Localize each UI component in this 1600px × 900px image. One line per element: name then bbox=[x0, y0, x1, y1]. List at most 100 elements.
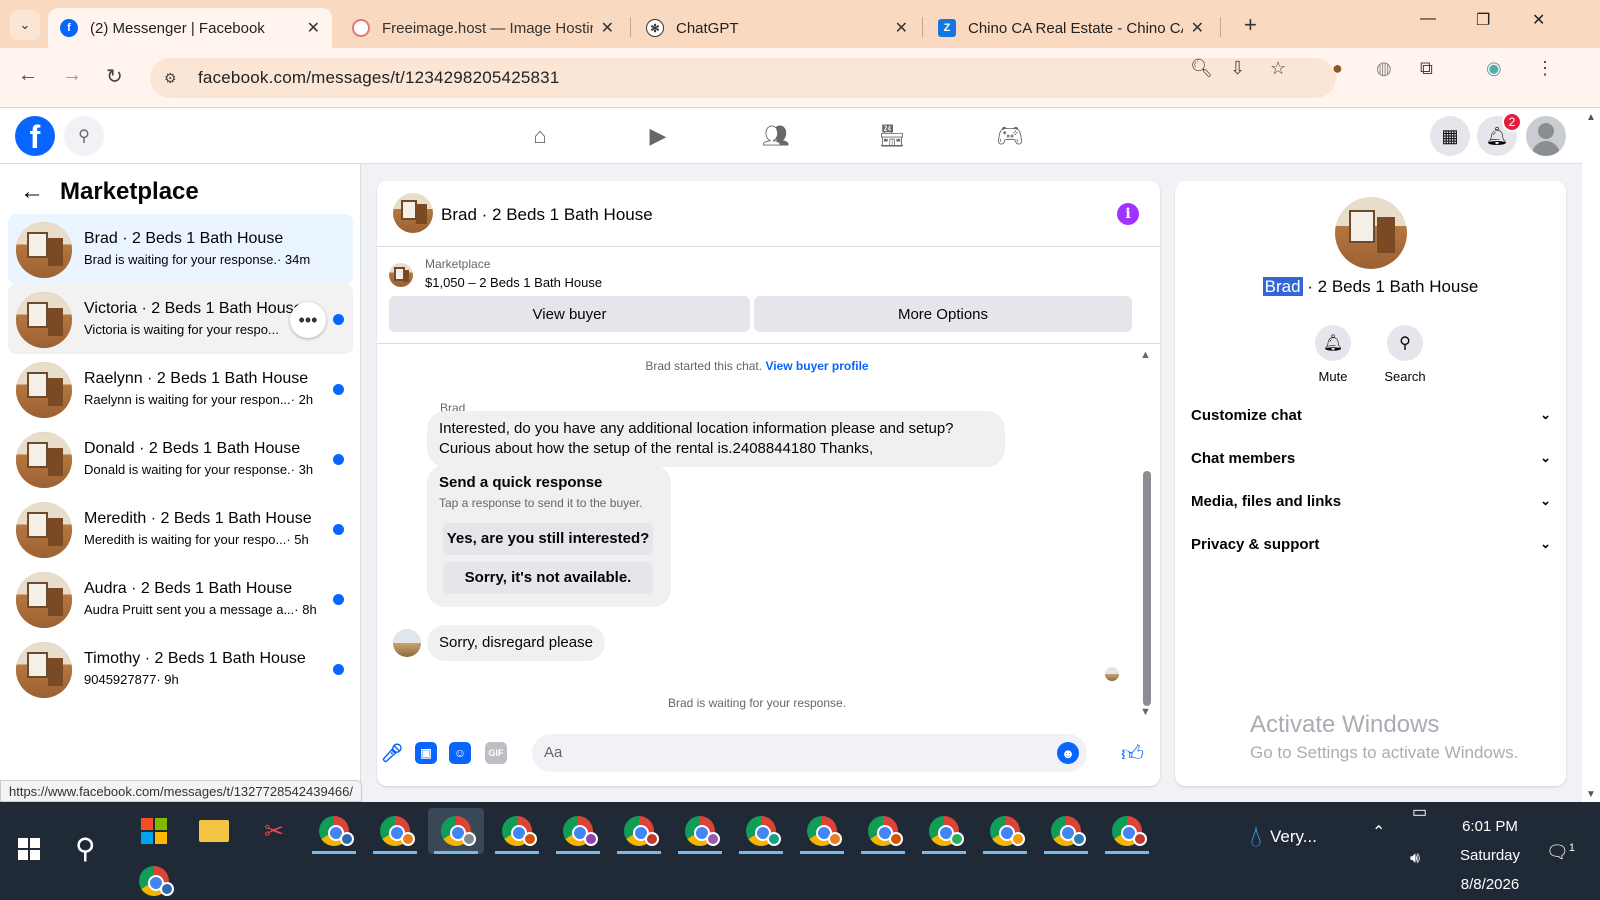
chat-title[interactable]: Brad · 2 Beds 1 Bath House bbox=[441, 205, 653, 225]
thumbs-up-icon[interactable]: 👍︎ bbox=[1121, 740, 1144, 767]
photo-icon[interactable]: ▣ bbox=[415, 742, 437, 764]
search-icon[interactable]: ⚲ bbox=[75, 832, 96, 865]
search-button[interactable]: ⚲ Search bbox=[1375, 325, 1435, 384]
volume-icon[interactable]: 🔊︎ bbox=[1410, 850, 1420, 868]
message-scrollbar[interactable]: ▲ ▼ bbox=[1139, 349, 1153, 718]
file-explorer-icon[interactable] bbox=[186, 808, 242, 854]
listing-title[interactable]: $1,050 – 2 Beds 1 Bath House bbox=[425, 275, 602, 290]
marketplace-icon[interactable]: 🏪︎ bbox=[878, 122, 906, 150]
view-buyer-button[interactable]: View buyer bbox=[389, 296, 750, 332]
chrome-profile-icon[interactable] bbox=[916, 808, 972, 854]
home-icon[interactable]: ⌂ bbox=[526, 122, 554, 150]
quick-response-no-button[interactable]: Sorry, it's not available. bbox=[443, 562, 653, 594]
chat-avatar[interactable] bbox=[393, 193, 433, 233]
close-tab-icon[interactable]: ✕ bbox=[601, 18, 614, 38]
info-icon[interactable]: i bbox=[1117, 203, 1139, 225]
account-avatar[interactable] bbox=[1526, 116, 1566, 156]
chrome-profile-icon[interactable] bbox=[672, 808, 728, 854]
profile-avatar[interactable] bbox=[1335, 197, 1407, 269]
close-tab-icon[interactable]: ✕ bbox=[307, 18, 320, 38]
more-options-icon[interactable]: ••• bbox=[290, 302, 326, 338]
privacy-support-section[interactable]: Privacy & support ⌄ bbox=[1191, 536, 1551, 576]
gif-icon[interactable]: GIF bbox=[485, 742, 507, 764]
site-info-icon[interactable]: ⚙ bbox=[164, 70, 184, 87]
gaming-icon[interactable]: 🎮︎ bbox=[996, 122, 1024, 150]
profile-icon[interactable]: ◉ bbox=[1486, 58, 1502, 79]
tab-chino-real-estate[interactable]: Z Chino CA Real Estate - Chino CA ✕ bbox=[926, 8, 1216, 48]
chrome-profile-icon[interactable] bbox=[977, 808, 1033, 854]
mute-button[interactable]: 🔔︎ Mute bbox=[1303, 325, 1363, 384]
chat-members-section[interactable]: Chat members ⌄ bbox=[1191, 450, 1551, 490]
chrome-profile-icon[interactable] bbox=[794, 808, 850, 854]
sender-avatar[interactable] bbox=[393, 629, 421, 657]
conversation-item[interactable]: Raelynn · 2 Beds 1 Bath House Raelynn is… bbox=[8, 354, 353, 424]
quick-response-yes-button[interactable]: Yes, are you still interested? bbox=[443, 523, 653, 555]
incoming-message[interactable]: Interested, do you have any additional l… bbox=[427, 411, 1005, 467]
conversation-item[interactable]: Meredith · 2 Beds 1 Bath House Meredith … bbox=[8, 494, 353, 564]
facebook-logo-icon[interactable]: f bbox=[15, 116, 55, 156]
friends-icon[interactable]: 👥︎ bbox=[762, 122, 790, 150]
close-tab-icon[interactable]: ✕ bbox=[895, 18, 908, 38]
install-app-icon[interactable]: ⇩ bbox=[1230, 58, 1245, 79]
view-buyer-profile-link[interactable]: View buyer profile bbox=[765, 359, 868, 373]
snipping-tool-icon[interactable]: ✂ bbox=[246, 808, 302, 854]
forward-icon[interactable]: → bbox=[62, 64, 82, 87]
chrome-profile-icon[interactable] bbox=[611, 808, 667, 854]
clock[interactable]: 6:01 PM Saturday 8/8/2026 bbox=[1440, 812, 1540, 899]
weather-widget[interactable]: 💧︎ Very... bbox=[1250, 820, 1317, 854]
close-tab-icon[interactable]: ✕ bbox=[1191, 18, 1204, 38]
video-icon[interactable]: ▶ bbox=[644, 122, 672, 150]
customize-chat-section[interactable]: Customize chat ⌄ bbox=[1191, 407, 1551, 447]
chrome-profile-icon[interactable] bbox=[306, 808, 362, 854]
show-hidden-icons-chevron-icon[interactable]: ⌃ bbox=[1372, 822, 1385, 842]
menu-grid-icon[interactable]: ▦ bbox=[1430, 116, 1470, 156]
conversation-item[interactable]: Donald · 2 Beds 1 Bath House Donald is w… bbox=[8, 424, 353, 494]
action-center-icon[interactable]: 🗨︎1 bbox=[1546, 842, 1575, 863]
conversation-item[interactable]: Brad · 2 Beds 1 Bath House Brad is waiti… bbox=[8, 214, 353, 284]
scrollbar-thumb[interactable] bbox=[1143, 471, 1151, 706]
chrome-profile-icon[interactable] bbox=[1038, 808, 1094, 854]
restore-icon[interactable]: ❐ bbox=[1476, 10, 1490, 30]
emoji-icon[interactable]: ☻ bbox=[1057, 742, 1079, 764]
tab-chatgpt[interactable]: ✻ ChatGPT ✕ bbox=[634, 8, 920, 48]
incoming-message[interactable]: Sorry, disregard please bbox=[427, 625, 605, 661]
cookie-extension-icon[interactable]: ● bbox=[1332, 58, 1343, 79]
globe-extension-icon[interactable]: ◍ bbox=[1376, 58, 1392, 79]
bookmark-star-icon[interactable]: ☆ bbox=[1270, 58, 1286, 79]
tab-search-dropdown-icon[interactable]: ⌄ bbox=[10, 10, 40, 40]
tab-messenger[interactable]: f (2) Messenger | Facebook ✕ bbox=[48, 8, 332, 48]
media-files-links-section[interactable]: Media, files and links ⌄ bbox=[1191, 493, 1551, 533]
back-arrow-icon[interactable]: ← bbox=[20, 178, 44, 206]
page-scrollbar[interactable]: ▲ ▼ bbox=[1582, 108, 1600, 802]
chat-header: Brad · 2 Beds 1 Bath House i bbox=[377, 181, 1160, 247]
address-bar[interactable]: ⚙ facebook.com/messages/t/12342982054258… bbox=[150, 58, 1336, 98]
conversation-item[interactable]: Timothy · 2 Beds 1 Bath House 9045927877… bbox=[8, 634, 353, 704]
tab-freeimage[interactable]: Freeimage.host — Image Hosting ✕ bbox=[340, 8, 626, 48]
chrome-profile-icon[interactable] bbox=[428, 808, 484, 854]
conversation-item[interactable]: Victoria · 2 Beds 1 Bath House Victoria … bbox=[8, 284, 353, 354]
conversation-item[interactable]: Audra · 2 Beds 1 Bath House Audra Pruitt… bbox=[8, 564, 353, 634]
chrome-profile-icon[interactable] bbox=[1099, 808, 1155, 854]
windows-start-icon[interactable] bbox=[18, 838, 40, 860]
chrome-profile-icon[interactable] bbox=[733, 808, 789, 854]
microsoft-store-icon[interactable] bbox=[126, 808, 182, 854]
sticker-icon[interactable]: ☺ bbox=[449, 742, 471, 764]
chrome-profile-icon[interactable] bbox=[550, 808, 606, 854]
chrome-profile-icon[interactable] bbox=[126, 858, 182, 900]
chrome-profile-icon[interactable] bbox=[489, 808, 545, 854]
microphone-icon[interactable]: 🎤︎ bbox=[381, 742, 404, 764]
zoom-icon[interactable]: 🔍︎ bbox=[1190, 58, 1213, 79]
extensions-puzzle-icon[interactable]: ⧉ bbox=[1420, 58, 1433, 79]
battery-icon[interactable]: ▭ bbox=[1412, 802, 1427, 822]
close-window-icon[interactable]: ✕ bbox=[1532, 10, 1545, 30]
new-tab-icon[interactable]: + bbox=[1244, 12, 1257, 38]
chrome-profile-icon[interactable] bbox=[367, 808, 423, 854]
minimize-icon[interactable]: — bbox=[1420, 10, 1436, 28]
message-input[interactable]: Aa ☻ bbox=[532, 734, 1087, 772]
chrome-profile-icon[interactable] bbox=[855, 808, 911, 854]
more-options-button[interactable]: More Options bbox=[754, 296, 1132, 332]
search-icon[interactable]: ⚲ bbox=[64, 116, 104, 156]
browser-menu-icon[interactable]: ⋮ bbox=[1536, 58, 1554, 79]
reload-icon[interactable]: ↻ bbox=[106, 64, 123, 89]
back-icon[interactable]: ← bbox=[18, 64, 38, 87]
